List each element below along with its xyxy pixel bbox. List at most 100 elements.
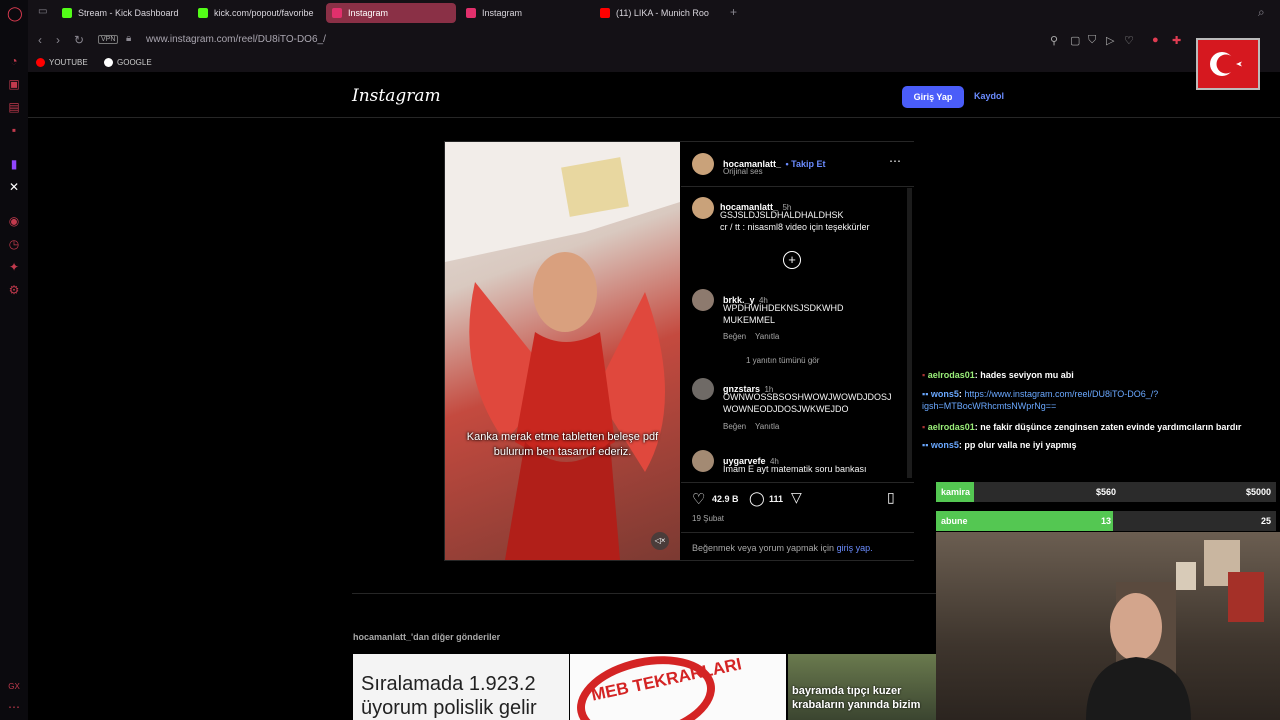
- comments-scrollbar[interactable]: [907, 188, 912, 478]
- more-icon[interactable]: ⋯: [7, 700, 21, 714]
- comment-reply-link[interactable]: Yanıtla: [755, 332, 779, 341]
- follow-link[interactable]: • Takip Et: [785, 159, 825, 169]
- pin-icon[interactable]: ⚲: [1050, 34, 1058, 47]
- tab-kick-dashboard[interactable]: Stream - Kick Dashboard: [56, 3, 186, 23]
- address-bar: ‹ › ↻ VPN 🔒︎ www.instagram.com/reel/DU8i…: [28, 26, 1280, 54]
- reel-video[interactable]: Kanka merak etme tabletten beleşe pdf bu…: [445, 142, 680, 560]
- load-more-plus-icon[interactable]: +: [783, 251, 801, 269]
- avatar[interactable]: [692, 378, 714, 400]
- messenger-icon[interactable]: ▪: [7, 123, 21, 137]
- youtube-icon: [600, 8, 610, 18]
- login-prompt-link[interactable]: giriş yap.: [837, 543, 873, 553]
- thumbnail-post[interactable]: Sıralamada 1.923.2 üyorum polislik gelir: [353, 654, 569, 720]
- url-field[interactable]: www.instagram.com/reel/DU8iTO-DO6_/: [146, 34, 326, 45]
- forward-arrow-icon[interactable]: ›: [56, 33, 60, 47]
- goal-current: 13: [1101, 516, 1112, 526]
- webcam-illustration: [1086, 540, 1264, 720]
- share-send-icon[interactable]: ▽: [791, 489, 802, 506]
- opera-logo-icon[interactable]: ◯: [7, 6, 23, 20]
- tab-label: (11) LIKA - Munich Roo: [616, 8, 709, 18]
- avatar[interactable]: [692, 197, 714, 219]
- comment-like-link[interactable]: Beğen: [723, 422, 746, 431]
- comment-like-link[interactable]: Beğen: [723, 332, 746, 341]
- avatar[interactable]: [692, 153, 714, 175]
- comment-text: WPDHWİHDEKNSJSDKWHD MUKEMMEL: [723, 303, 844, 325]
- chat-message: ▪▪ wons5: https://www.instagram.com/reel…: [922, 388, 1212, 412]
- chat-message: ▪▪ wons5: pp olur valla ne iyi yapmış: [922, 440, 1076, 450]
- history-icon[interactable]: ◷: [7, 237, 21, 251]
- video-caption-overlay: Kanka merak etme tabletten beleşe pdf bu…: [466, 431, 659, 458]
- goal-label: kamira: [941, 487, 971, 497]
- google-icon: [104, 58, 113, 67]
- snapshot-icon[interactable]: ▢: [1070, 34, 1080, 47]
- new-tab-plus-icon[interactable]: +: [730, 5, 737, 19]
- extension-icon[interactable]: ✚: [1172, 34, 1181, 47]
- signup-link[interactable]: Kaydol: [974, 91, 1004, 101]
- thumbnail-text: bayramda tıpçı kuzer krabaların yanında …: [792, 685, 921, 711]
- post-date: 19 Şubat: [692, 514, 725, 523]
- chat-message: ▪ aelrodas01: ne fakir düşünce zenginsen…: [922, 422, 1241, 432]
- aria-icon[interactable]: ◔: [7, 54, 21, 68]
- player-icon[interactable]: ◉: [7, 214, 21, 228]
- back-arrow-icon[interactable]: ‹: [38, 33, 42, 47]
- divider: [352, 593, 992, 594]
- chat-message: ▪ aelrodas01: hades seviyon mu abi: [922, 370, 1074, 380]
- adblock-icon[interactable]: ●: [1152, 34, 1159, 46]
- comment-reply-link[interactable]: Yanıtla: [755, 422, 779, 431]
- thumbnail-post[interactable]: MEB TEKRARLARI: [570, 654, 786, 720]
- extensions-icon[interactable]: ✦: [7, 260, 21, 274]
- thumbnail-post[interactable]: bayramda tıpçı kuzer krabaların yanında …: [788, 654, 936, 720]
- tab-instagram[interactable]: Instagram: [460, 3, 590, 23]
- bookmark-youtube[interactable]: YOUTUBE: [36, 58, 88, 67]
- reload-icon[interactable]: ↻: [74, 33, 84, 47]
- tab-kick-popout[interactable]: kick.com/popout/favoribe: [192, 3, 322, 23]
- goal-bar-kamira: kamira $560 $5000: [936, 482, 1276, 502]
- gx-corner-icon[interactable]: GX: [7, 680, 21, 694]
- divider: [681, 482, 914, 483]
- caption-line-2: cr / tt : nisasml8 video için teşekkürle…: [720, 222, 870, 232]
- reel-post: Kanka merak etme tabletten beleşe pdf bu…: [444, 141, 914, 561]
- player-icon[interactable]: ▷: [1106, 34, 1114, 47]
- avatar[interactable]: [692, 450, 714, 472]
- divider: [681, 532, 914, 533]
- twitch-icon[interactable]: ▮: [7, 157, 21, 171]
- login-button[interactable]: Giriş Yap: [902, 86, 964, 108]
- tab-label: Stream - Kick Dashboard: [78, 8, 179, 18]
- settings-gear-icon[interactable]: ⚙: [7, 283, 21, 297]
- bag-icon[interactable]: ▣: [7, 77, 21, 91]
- instagram-logo[interactable]: Instagram: [352, 86, 441, 106]
- instagram-icon: [466, 8, 476, 18]
- kick-icon: [198, 8, 208, 18]
- divider: [681, 186, 914, 187]
- turkish-flag-image: [1196, 38, 1260, 90]
- chat-text: : hades seviyon mu abi: [974, 370, 1074, 380]
- tab-instagram-active[interactable]: Instagram: [326, 3, 456, 23]
- youtube-icon: [36, 58, 45, 67]
- wallet-icon[interactable]: ▤: [7, 100, 21, 114]
- chat-badge-icon: ▪▪: [922, 389, 929, 399]
- browser-sidebar: ◯ ◔ ▣ ▤ ▪ ▮ ✕ ◉ ◷ ✦ ⚙ GX ⋯: [0, 0, 28, 720]
- bookmark-google[interactable]: GOOGLE: [104, 58, 152, 67]
- avatar[interactable]: [692, 289, 714, 311]
- heart-icon[interactable]: ♡: [1124, 34, 1134, 47]
- lock-icon[interactable]: 🔒︎: [126, 33, 131, 44]
- view-replies-link[interactable]: 1 yanıtın tümünü gör: [746, 356, 819, 365]
- save-bookmark-icon[interactable]: ▯: [887, 489, 895, 506]
- more-posts-title: hocamanlatt_'dan diğer gönderiler: [353, 632, 501, 642]
- mute-icon[interactable]: ◁×: [651, 532, 669, 550]
- vpn-badge[interactable]: VPN: [98, 35, 119, 44]
- search-icon[interactable]: ⌕: [1258, 5, 1265, 20]
- like-heart-icon[interactable]: ♡: [692, 490, 705, 508]
- login-prompt-text: Beğenmek veya yorum yapmak için: [692, 543, 835, 553]
- audio-label[interactable]: Orijinal ses: [723, 167, 763, 176]
- tab-manager-icon[interactable]: ▭: [38, 6, 47, 17]
- post-sidebar: hocamanlatt_ • Takip Et Orijinal ses ⋯ h…: [681, 142, 914, 560]
- x-twitter-icon[interactable]: ✕: [7, 180, 21, 194]
- tab-youtube[interactable]: (11) LIKA - Munich Roo: [594, 3, 724, 23]
- comment-bubble-icon[interactable]: ◯: [749, 490, 765, 507]
- more-options-icon[interactable]: ⋯: [889, 154, 901, 168]
- bookmark-label: GOOGLE: [117, 58, 152, 67]
- bookmarks-bar: YOUTUBE GOOGLE: [28, 54, 1280, 72]
- shield-icon[interactable]: ⛉: [1088, 34, 1096, 47]
- instagram-header: Instagram Giriş Yap Kaydol: [28, 72, 1280, 118]
